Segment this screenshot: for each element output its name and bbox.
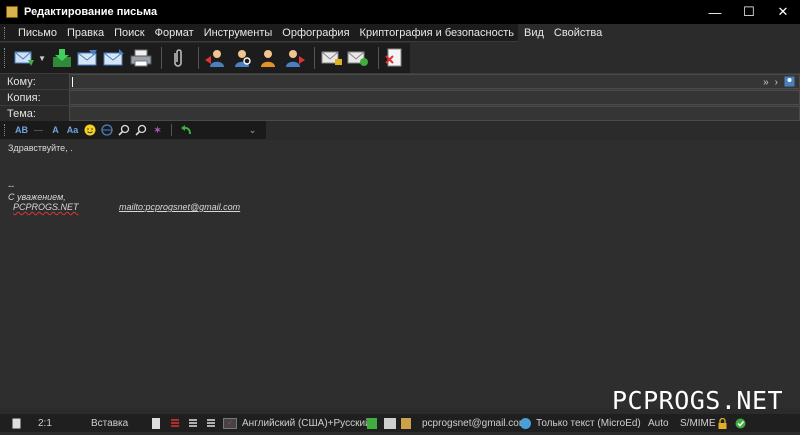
- expand-icon[interactable]: »: [763, 77, 769, 88]
- inbox-icon[interactable]: [76, 46, 99, 70]
- toolbar-separator: [197, 47, 199, 69]
- find-next-icon[interactable]: [132, 122, 149, 138]
- undo-icon[interactable]: [177, 122, 194, 138]
- close-button[interactable]: ✕: [766, 0, 800, 24]
- find-icon[interactable]: [115, 122, 132, 138]
- check-icon[interactable]: [735, 418, 746, 429]
- smime-indicator[interactable]: S/MIME: [680, 418, 716, 429]
- signature-dash: --: [8, 181, 14, 191]
- menu-tools[interactable]: Инструменты: [199, 27, 278, 39]
- subject-row: Тема:: [0, 105, 800, 122]
- encrypt-mail-icon[interactable]: [320, 46, 343, 70]
- status-bar: 2:1 Вставка ✓ Английский (США)+Русский p…: [0, 414, 800, 432]
- menu-edit[interactable]: Правка: [62, 27, 109, 39]
- green-status-icon: [367, 417, 382, 429]
- menu-format[interactable]: Формат: [150, 27, 199, 39]
- menu-grip[interactable]: [4, 26, 5, 39]
- send-icon[interactable]: [14, 46, 37, 70]
- toolbar-grip[interactable]: [4, 48, 8, 68]
- format-toolbar: AB — A Aa ✶ ⌄: [0, 121, 266, 139]
- account-envelope-icon: [384, 417, 396, 429]
- print-icon[interactable]: [129, 46, 152, 70]
- cc-row: Копия:: [0, 89, 800, 106]
- signature-name: PCPROGS.NET: [13, 202, 79, 212]
- status-square-icon: [367, 417, 377, 429]
- to-row: Кому: » ›: [0, 73, 800, 90]
- send-dropdown-icon[interactable]: ▼: [38, 54, 46, 63]
- main-toolbar: ▼: [0, 43, 410, 73]
- window-controls: — ☐ ✕: [698, 0, 800, 24]
- account-indicator[interactable]: pcprogsnet@gmail.com: [384, 417, 528, 429]
- format-separator: [171, 124, 172, 136]
- address-book-search-icon[interactable]: [230, 46, 253, 70]
- text-caret: [72, 77, 73, 87]
- window-title: Редактирование письма: [24, 6, 158, 18]
- address-book-icon[interactable]: [784, 76, 795, 90]
- subject-input[interactable]: [69, 106, 800, 121]
- font-button[interactable]: Aa: [64, 122, 81, 138]
- account-pencil-icon: [401, 417, 411, 429]
- insert-mode[interactable]: Вставка: [91, 418, 128, 429]
- sign-mail-icon[interactable]: [346, 46, 369, 70]
- status-format-icons: [152, 417, 216, 429]
- maximize-button[interactable]: ☐: [732, 0, 766, 24]
- address-book-right-icon[interactable]: [283, 46, 306, 70]
- cc-label: Копия:: [7, 92, 41, 104]
- signature-mailto-link[interactable]: mailto:pcprogsnet@gmail.com: [119, 202, 240, 212]
- menu-spelling[interactable]: Орфография: [277, 27, 354, 39]
- lock-icon[interactable]: [718, 417, 727, 429]
- underline-icon[interactable]: —: [30, 122, 47, 138]
- greeting-line: Здравствуйте, .: [8, 143, 73, 153]
- cursor-position: 2:1: [38, 417, 52, 429]
- menu-bar: Письмо Правка Поиск Формат Инструменты О…: [0, 24, 602, 42]
- cc-input[interactable]: [69, 90, 800, 105]
- globe-icon[interactable]: [98, 122, 115, 138]
- to-tools: » ›: [763, 75, 795, 90]
- address-book-person-icon[interactable]: [256, 46, 279, 70]
- menu-crypto[interactable]: Криптография и безопасность: [355, 27, 519, 39]
- minimize-button[interactable]: —: [698, 0, 732, 24]
- account-email: pcprogsnet@gmail.com: [422, 417, 528, 429]
- chevron-down-icon[interactable]: ⌄: [244, 122, 261, 138]
- spellcheck-icon[interactable]: ✶: [149, 122, 166, 138]
- text-mode-indicator[interactable]: Только текст (MicroEd): [520, 417, 641, 429]
- app-envelope-icon: [6, 6, 18, 18]
- text-mode: Только текст (MicroEd): [536, 417, 641, 429]
- title-bar: Редактирование письма — ☐ ✕: [0, 0, 800, 24]
- attach-icon[interactable]: [166, 46, 189, 70]
- close-document-icon[interactable]: [384, 46, 407, 70]
- menu-properties[interactable]: Свойства: [549, 27, 607, 39]
- message-editor[interactable]: Здравствуйте, . -- С уважением, PCPROGS.…: [0, 140, 800, 408]
- outbox-icon[interactable]: [103, 46, 126, 70]
- font-color-button[interactable]: A: [47, 122, 64, 138]
- spellcheck-language-icon: ✓: [223, 417, 237, 429]
- toolbar-separator: [160, 47, 162, 69]
- save-download-icon[interactable]: [50, 46, 73, 70]
- format-grip[interactable]: [4, 124, 8, 136]
- menu-view[interactable]: Вид: [519, 27, 549, 39]
- to-input[interactable]: » ›: [69, 74, 800, 89]
- auto-indicator[interactable]: Auto: [648, 418, 669, 429]
- to-label: Кому:: [7, 76, 36, 88]
- smiley-icon[interactable]: [81, 122, 98, 138]
- language-text: Английский (США)+Русский: [242, 417, 371, 429]
- toolbar-separator: [314, 47, 316, 69]
- watermark: PCPROGS.NET: [612, 386, 784, 415]
- signature-regards: С уважением,: [8, 192, 66, 202]
- toolbar-separator: [377, 47, 379, 69]
- subject-label: Тема:: [7, 108, 36, 120]
- language-indicator[interactable]: ✓ Английский (США)+Русский: [223, 417, 371, 429]
- editor-mode-icon: [520, 417, 531, 429]
- menu-letter[interactable]: Письмо: [13, 27, 62, 39]
- status-doc-icon: [12, 418, 21, 429]
- bold-button[interactable]: AB: [13, 122, 30, 138]
- menu-search[interactable]: Поиск: [109, 27, 149, 39]
- address-book-left-icon[interactable]: [204, 46, 227, 70]
- chevron-right-icon[interactable]: ›: [775, 77, 778, 88]
